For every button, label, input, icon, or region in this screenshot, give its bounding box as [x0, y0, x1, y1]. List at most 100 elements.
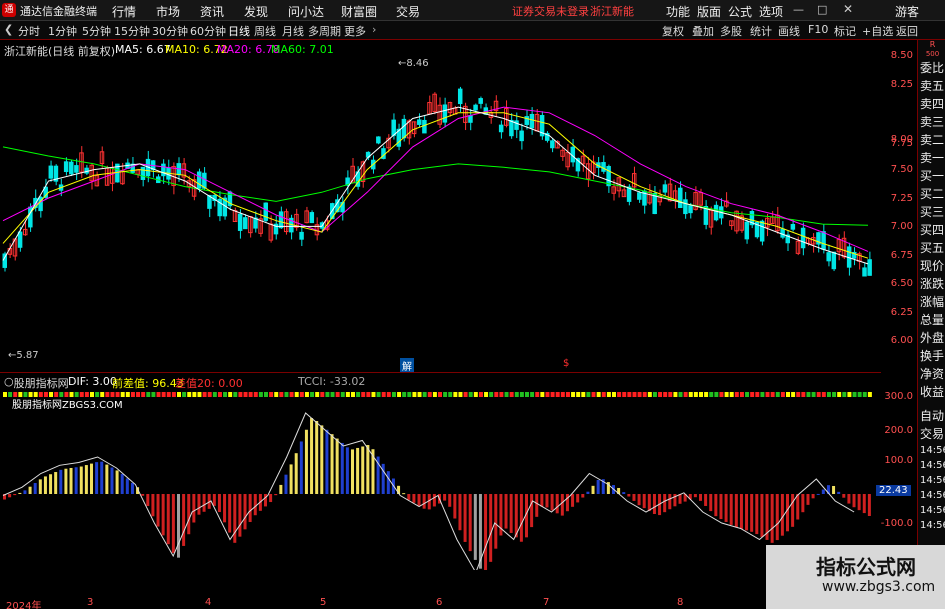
indicator-bar [693, 494, 697, 498]
indicator-bar [166, 494, 170, 545]
period-more[interactable]: 更多 [344, 23, 366, 39]
indicator-bar [545, 494, 549, 508]
quote-side-panel[interactable]: R 500 委比 卖五 卖四 卖三 卖二 卖一 买一 买二 买三 买四 买五 现… [917, 40, 945, 570]
more-chevron-icon[interactable]: › [372, 23, 376, 36]
signal-dot-top [668, 392, 673, 397]
indicator-bar [709, 494, 713, 512]
side-r[interactable]: R [918, 40, 945, 50]
period-weekly[interactable]: 周线 [254, 23, 276, 39]
indicator-bar [320, 425, 324, 494]
period-5min[interactable]: 5分钟 [82, 23, 111, 39]
menu-gongneng[interactable]: 功能 [666, 3, 690, 20]
period-30min[interactable]: 30分钟 [152, 23, 188, 39]
login-status[interactable]: 证券交易未登录 [512, 3, 589, 19]
side-500: 500 [925, 50, 940, 58]
tool-zixuan[interactable]: +自选 [862, 23, 893, 39]
cha-value: 差值20: 0.00 [175, 377, 243, 390]
signal-dot-top [330, 392, 335, 397]
candle-body [309, 212, 315, 224]
indicator-bar [18, 492, 22, 494]
signal-dot-top [136, 392, 141, 397]
event-tag-dollar[interactable]: $ [563, 358, 569, 369]
menu-xuanxiang[interactable]: 选项 [759, 3, 783, 20]
menu-wenxiaoda[interactable]: 问小达 [288, 3, 324, 20]
side-auto[interactable]: 自动 [918, 407, 945, 425]
candle-body [468, 115, 473, 123]
signal-dot-top [683, 392, 688, 397]
restore-icon[interactable]: □ [817, 3, 827, 16]
tool-fuquan[interactable]: 复权 [662, 23, 684, 39]
close-icon[interactable]: ✕ [843, 2, 853, 16]
period-daily[interactable]: 日线 [228, 23, 250, 39]
indicator-axis: 300.0 200.0 100.0 -100.0 [881, 370, 917, 570]
menu-hangqing[interactable]: 行情 [112, 3, 136, 20]
tool-tongji[interactable]: 统计 [750, 23, 772, 39]
indicator-bar [407, 494, 411, 500]
indicator-bar [473, 494, 477, 560]
candle-body [519, 130, 524, 142]
tool-fanhui[interactable]: 返回 [896, 23, 918, 39]
date-tick: 3 [87, 597, 94, 608]
signal-dot-top [581, 392, 586, 397]
watermark-url: www.zbgs3.com [822, 579, 936, 595]
indicator-bar [734, 494, 738, 528]
menu-caifuquan[interactable]: 财富圈 [341, 3, 377, 20]
menu-gongshi[interactable]: 公式 [728, 3, 752, 20]
side-trade[interactable]: 交易 [918, 425, 945, 443]
menu-faxian[interactable]: 发现 [244, 3, 268, 20]
period-15min[interactable]: 15分钟 [114, 23, 150, 39]
period-1min[interactable]: 1分钟 [48, 23, 77, 39]
indicator-bar [84, 465, 88, 494]
signal-dot-top [780, 392, 785, 397]
period-fenshi[interactable]: 分时 [18, 23, 40, 39]
toolbar-arrow-icon[interactable]: ❮ [4, 23, 13, 36]
period-60min[interactable]: 60分钟 [190, 23, 226, 39]
signal-dot-top [867, 392, 872, 397]
kline-chart[interactable] [0, 40, 881, 570]
menu-jiaoyi[interactable]: 交易 [396, 3, 420, 20]
indicator-tick: -100.0 [880, 518, 913, 529]
indicator-bar [69, 467, 73, 494]
period-multi[interactable]: 多周期 [308, 23, 341, 39]
signal-dot-top [335, 392, 340, 397]
menu-banmian[interactable]: 版面 [697, 3, 721, 20]
tool-duogu[interactable]: 多股 [720, 23, 742, 39]
indicator-bar [857, 494, 861, 511]
signal-dot-top [407, 392, 412, 397]
candle-body [867, 259, 872, 276]
signal-dot-top [734, 392, 739, 397]
signal-dot-top [381, 392, 386, 397]
side-turnover: 换手 [920, 349, 945, 363]
menu-shichang[interactable]: 市场 [156, 3, 180, 20]
price-tick: 8.25 [890, 79, 913, 90]
minimize-icon[interactable]: — [793, 3, 804, 16]
candle-body [683, 199, 688, 215]
signal-dot-top [484, 392, 489, 397]
current-stock: 浙江新能 [590, 5, 634, 18]
signal-dot-top [432, 392, 437, 397]
date-tick: 2024年 [6, 601, 42, 609]
signal-dot-top [847, 392, 852, 397]
indicator-bar [581, 494, 585, 498]
signal-dot-top [192, 392, 197, 397]
event-tag-jie[interactable]: 解 [400, 358, 414, 373]
menu-zixun[interactable]: 资讯 [200, 3, 224, 20]
candle-body [473, 104, 478, 111]
indicator-bar [509, 494, 513, 533]
price-tick: 7.75 [890, 138, 913, 149]
tool-f10[interactable]: F10 [808, 23, 828, 36]
signal-dot-top [560, 392, 565, 397]
user-guest[interactable]: 游客 [895, 3, 919, 20]
indicator-bar [596, 479, 600, 494]
indicator-bar [586, 491, 590, 494]
period-monthly[interactable]: 月线 [282, 23, 304, 39]
price-tick: 6.75 [890, 250, 913, 261]
candle-body [299, 231, 304, 240]
tcci-value: TCCI: -33.02 [298, 375, 366, 388]
tool-huaxian[interactable]: 画线 [778, 23, 800, 39]
candle-body [529, 113, 535, 129]
candle-body [478, 98, 483, 104]
indicator-bar [632, 494, 636, 501]
tool-diejia[interactable]: 叠加 [692, 23, 714, 39]
tool-biaoji[interactable]: 标记 [834, 23, 856, 39]
